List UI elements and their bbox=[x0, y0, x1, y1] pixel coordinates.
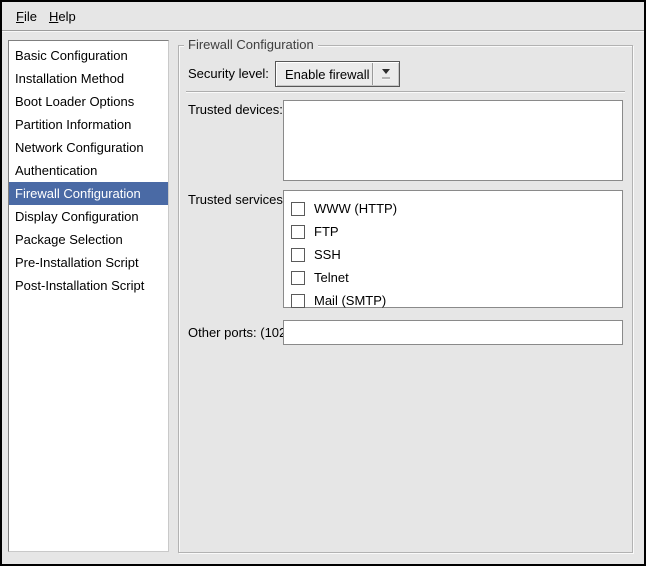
checkbox-label: Telnet bbox=[314, 270, 349, 285]
sidebar-item[interactable]: Basic Configuration bbox=[9, 44, 168, 67]
service-row-ssh[interactable]: SSH bbox=[291, 243, 622, 266]
section-list: Basic Configuration Installation Method … bbox=[8, 40, 169, 552]
menu-help[interactable]: Help bbox=[43, 6, 82, 27]
menu-file[interactable]: File bbox=[10, 6, 43, 27]
sidebar-item[interactable]: Post-Installation Script bbox=[9, 274, 168, 297]
sidebar-item[interactable]: Installation Method bbox=[9, 67, 168, 90]
checkbox-mail[interactable] bbox=[291, 294, 305, 308]
frame-title: Firewall Configuration bbox=[184, 37, 318, 53]
sidebar-item[interactable]: Firewall Configuration bbox=[9, 182, 168, 205]
sidebar-item[interactable]: Pre-Installation Script bbox=[9, 251, 168, 274]
sidebar-item[interactable]: Authentication bbox=[9, 159, 168, 182]
service-row-mail[interactable]: Mail (SMTP) bbox=[291, 289, 622, 312]
security-level-label: Security level: bbox=[188, 66, 269, 82]
trusted-services-label: Trusted services: bbox=[188, 192, 287, 208]
checkbox-label: SSH bbox=[314, 247, 341, 262]
trusted-devices-list[interactable] bbox=[283, 100, 623, 181]
menu-bar: File Help bbox=[2, 2, 644, 31]
service-row-telnet[interactable]: Telnet bbox=[291, 266, 622, 289]
sidebar-item[interactable]: Display Configuration bbox=[9, 205, 168, 228]
security-level-value: Enable firewall bbox=[276, 67, 372, 82]
checkbox-ftp[interactable] bbox=[291, 225, 305, 239]
combo-arrow-icon bbox=[373, 62, 399, 86]
checkbox-label: Mail (SMTP) bbox=[314, 293, 386, 308]
security-level-dropdown[interactable]: Enable firewall bbox=[275, 61, 400, 87]
kickstart-configurator-window: File Help Basic Configuration Installati… bbox=[0, 0, 646, 566]
trusted-devices-label: Trusted devices: bbox=[188, 102, 283, 118]
checkbox-label: WWW (HTTP) bbox=[314, 201, 397, 216]
service-row-ftp[interactable]: FTP bbox=[291, 220, 622, 243]
checkbox-label: FTP bbox=[314, 224, 339, 239]
checkbox-www[interactable] bbox=[291, 202, 305, 216]
firewall-configuration-frame: Firewall Configuration Security level: E… bbox=[178, 45, 633, 553]
sidebar-item[interactable]: Package Selection bbox=[9, 228, 168, 251]
sidebar-item[interactable]: Network Configuration bbox=[9, 136, 168, 159]
other-ports-input[interactable] bbox=[283, 320, 623, 345]
trusted-services-list: WWW (HTTP) FTP SSH Telnet Mail (SMTP) bbox=[283, 190, 623, 308]
horizontal-separator bbox=[186, 91, 625, 93]
sidebar-item[interactable]: Partition Information bbox=[9, 113, 168, 136]
checkbox-ssh[interactable] bbox=[291, 248, 305, 262]
checkbox-telnet[interactable] bbox=[291, 271, 305, 285]
service-row-www[interactable]: WWW (HTTP) bbox=[291, 197, 622, 220]
sidebar-item[interactable]: Boot Loader Options bbox=[9, 90, 168, 113]
